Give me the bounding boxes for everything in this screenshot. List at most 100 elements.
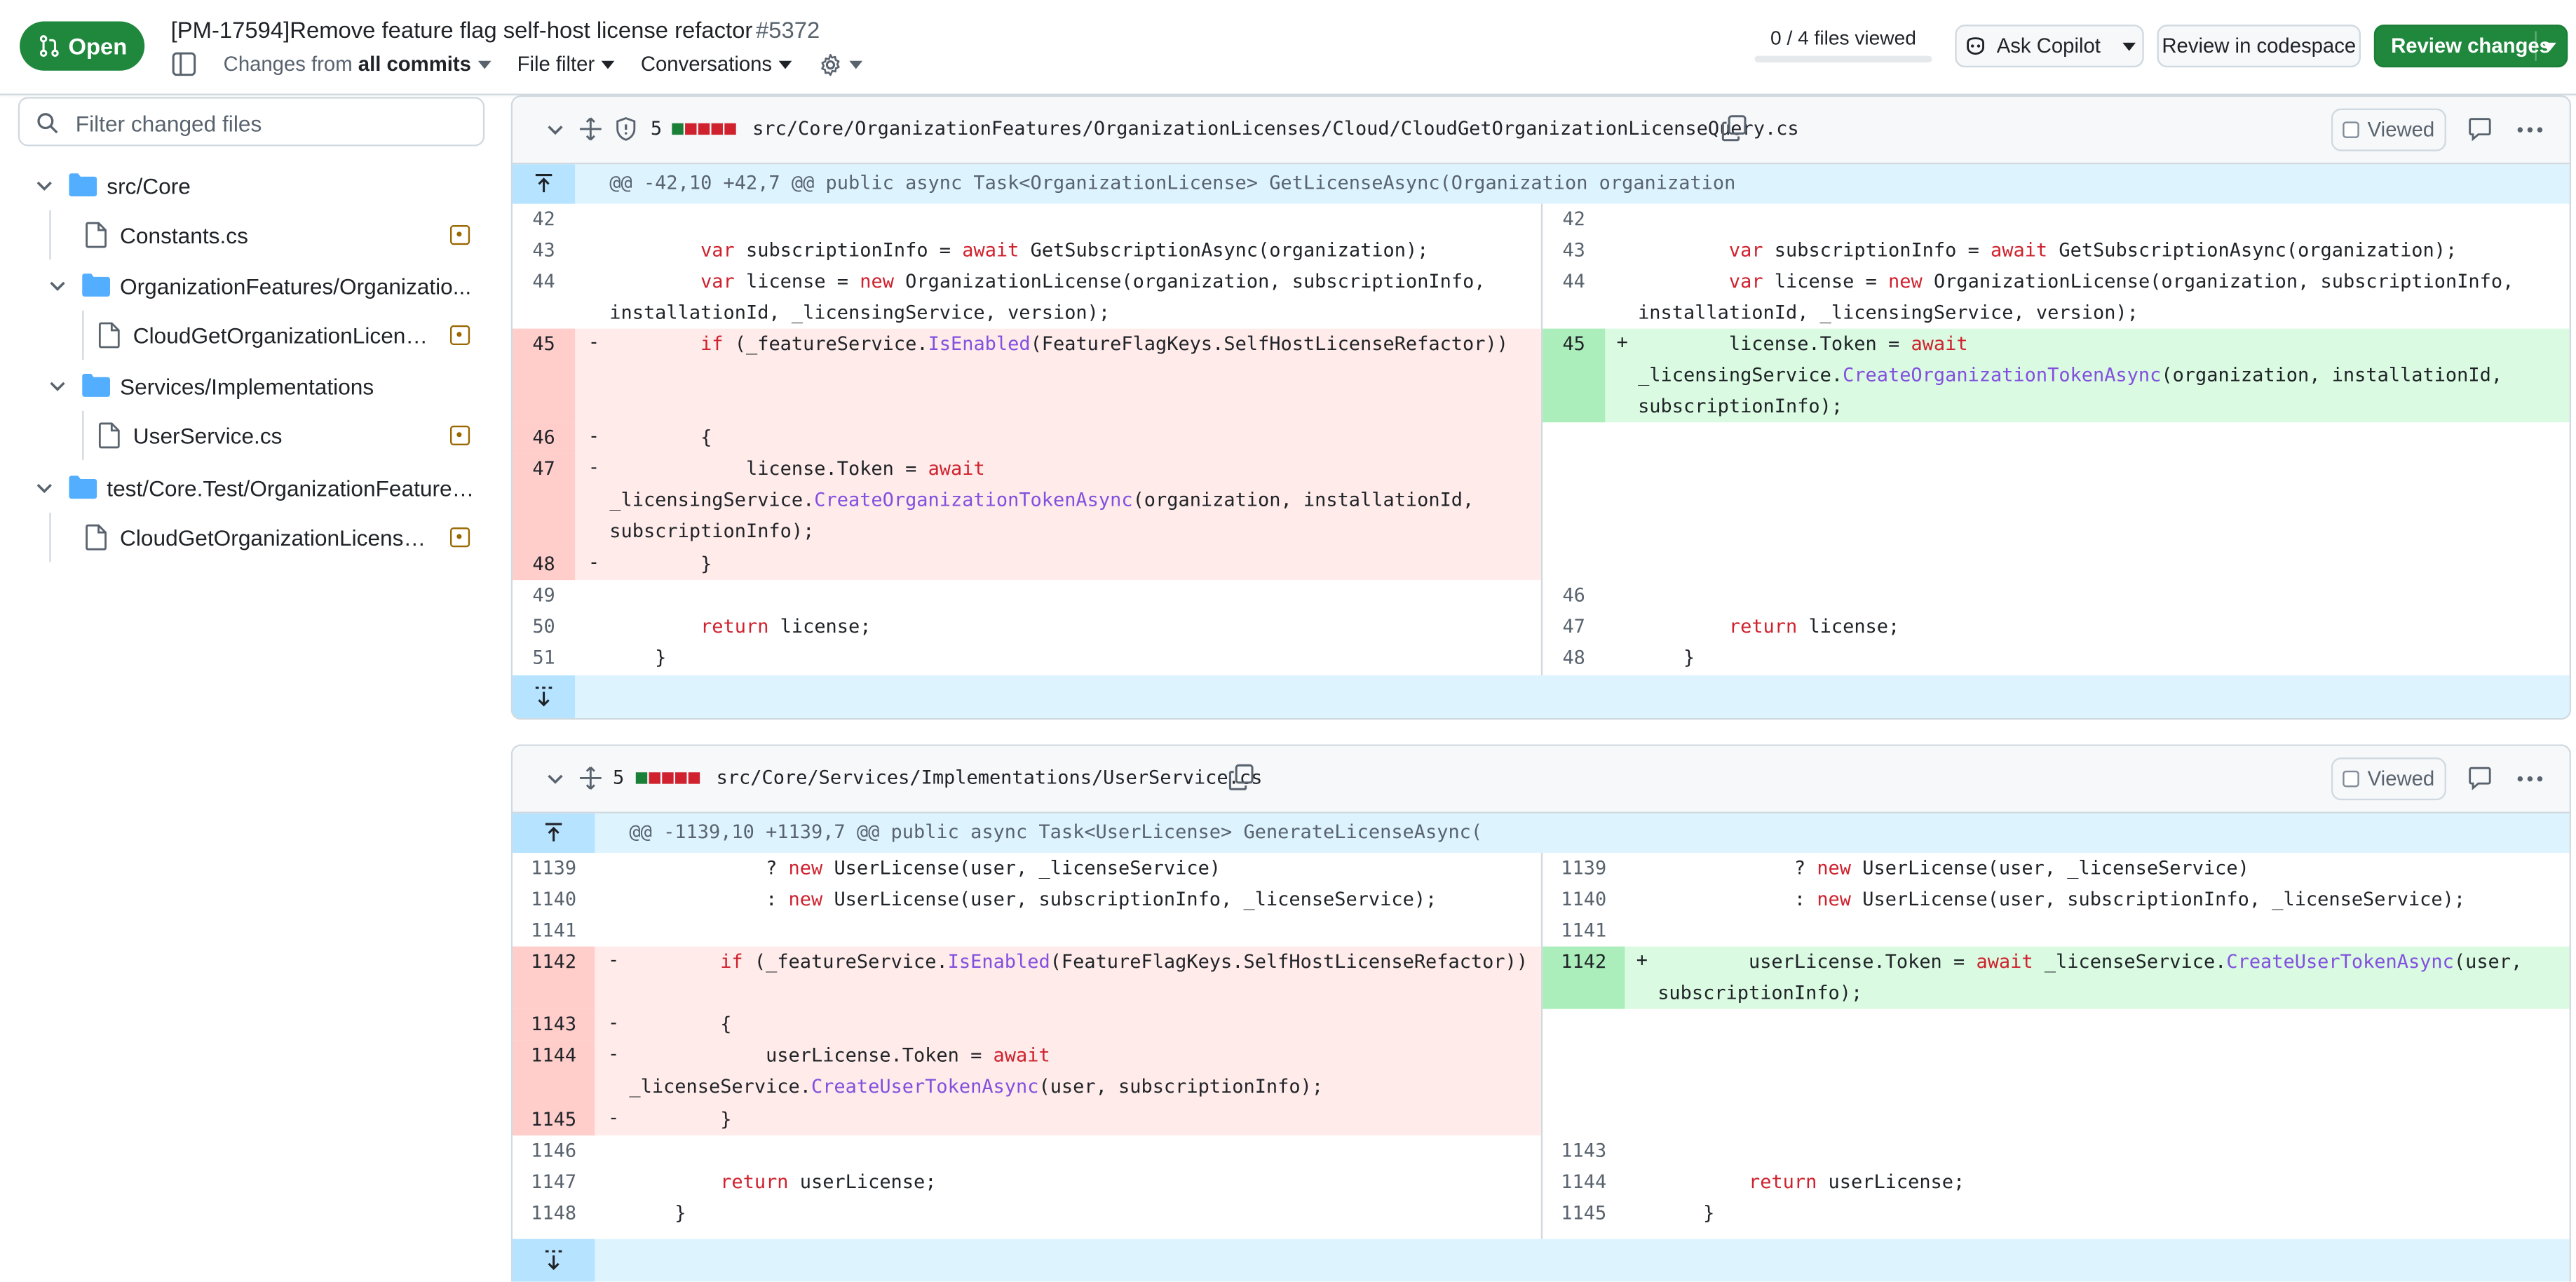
- file-path[interactable]: src/Core/Services/Implementations/UserSe…: [717, 766, 1263, 789]
- tree-folder-test-core[interactable]: test/Core.Test/OrganizationFeatures...: [0, 464, 493, 513]
- line-number[interactable]: 1139: [513, 853, 595, 884]
- line-number[interactable]: 48: [1543, 642, 1605, 674]
- tree-file-cloud-get-organization-license-test[interactable]: CloudGetOrganizationLicense...: [0, 513, 493, 562]
- line-number[interactable]: 44: [1543, 266, 1605, 329]
- line-number[interactable]: 46: [513, 422, 576, 454]
- line-number[interactable]: 42: [1543, 204, 1605, 236]
- chevron-down-icon[interactable]: [545, 120, 565, 140]
- expand-down-icon[interactable]: [544, 1249, 564, 1272]
- tree-folder-services-implementations[interactable]: Services/Implementations: [0, 361, 493, 410]
- line-number[interactable]: 1143: [1543, 1135, 1625, 1167]
- tree-folder-src-core[interactable]: src/Core: [0, 161, 493, 210]
- conversations-dropdown[interactable]: Conversations: [641, 53, 792, 76]
- chevron-down-icon[interactable]: [36, 177, 53, 194]
- settings-dropdown[interactable]: [818, 52, 862, 77]
- line-number[interactable]: 1140: [1543, 884, 1625, 916]
- file-filter-label: File filter: [517, 52, 595, 76]
- line-number[interactable]: 47: [1543, 612, 1605, 643]
- tree-label: Constants.cs: [120, 222, 248, 248]
- line-number[interactable]: 44: [513, 266, 575, 329]
- file-path[interactable]: src/Core/OrganizationFeatures/Organizati…: [752, 116, 1799, 140]
- line-number[interactable]: 1146: [513, 1135, 595, 1167]
- expand-up-icon[interactable]: [534, 173, 554, 194]
- chevron-down-icon[interactable]: [2543, 42, 2556, 51]
- comment-icon[interactable]: [2467, 766, 2492, 790]
- line-number[interactable]: 50: [513, 612, 575, 643]
- chevron-down-icon: [778, 61, 792, 69]
- line-number[interactable]: 1145: [513, 1104, 595, 1136]
- line-number[interactable]: 1140: [513, 884, 595, 916]
- line-number[interactable]: 1139: [1543, 853, 1625, 884]
- review-in-codespace-button[interactable]: Review in codespace: [2157, 25, 2361, 68]
- expand-up-gutter[interactable]: [513, 164, 576, 204]
- line-number[interactable]: 1142: [513, 946, 595, 1009]
- diff-row: 43 var subscriptionInfo = await GetSubsc…: [513, 235, 2570, 266]
- deletion-sign: -: [607, 1105, 620, 1129]
- line-number[interactable]: 47: [513, 453, 576, 549]
- move-icon[interactable]: [578, 766, 603, 790]
- checkbox-box[interactable]: [2343, 770, 2359, 788]
- line-number[interactable]: 49: [513, 580, 575, 612]
- diff-row: 49 46: [513, 580, 2570, 612]
- expand-up-icon[interactable]: [544, 822, 564, 843]
- tree-file-constants[interactable]: Constants.cs: [0, 210, 493, 259]
- comment-icon[interactable]: [2467, 116, 2492, 142]
- code-line: license.Token = await _licensingService.…: [1638, 332, 2503, 418]
- viewed-label: Viewed: [2367, 767, 2435, 791]
- diffstat-add: [672, 123, 684, 135]
- diff-row: 1147 return userLicense; 1144 return use…: [513, 1167, 2570, 1199]
- chevron-down-icon[interactable]: [49, 278, 65, 294]
- line-number[interactable]: 1143: [513, 1008, 595, 1041]
- changes-from-dropdown[interactable]: Changes from all commits: [224, 53, 492, 76]
- line-number[interactable]: 46: [1543, 580, 1605, 612]
- file-filter-dropdown[interactable]: File filter: [517, 53, 615, 76]
- diff-row: 1139 ? new UserLicense(user, _licenseSer…: [513, 853, 2570, 884]
- line-number[interactable]: 42: [513, 204, 575, 236]
- chevron-down-icon[interactable]: [36, 480, 53, 496]
- filter-changed-files-field[interactable]: [18, 97, 485, 147]
- tree-file-cloud-get-organization-license[interactable]: CloudGetOrganizationLicens...: [0, 311, 493, 360]
- line-number[interactable]: 43: [1543, 235, 1605, 266]
- shield-icon: [616, 117, 636, 141]
- expand-down-gutter[interactable]: [513, 1239, 595, 1282]
- line-number[interactable]: 1142: [1543, 946, 1625, 1009]
- expand-up-gutter[interactable]: [513, 813, 595, 853]
- pr-toolbar: Changes from all commits File filter Con…: [171, 48, 862, 81]
- line-number[interactable]: 45: [1543, 328, 1606, 423]
- line-number[interactable]: 1145: [1543, 1198, 1625, 1229]
- diffstat-add: [635, 772, 648, 784]
- folder-icon: [82, 274, 110, 297]
- line-number[interactable]: 51: [513, 642, 575, 674]
- chevron-down-icon[interactable]: [545, 769, 565, 789]
- copy-icon[interactable]: [1721, 115, 1747, 142]
- kebab-icon[interactable]: [2517, 776, 2543, 782]
- expand-down-gutter[interactable]: [513, 675, 576, 718]
- tree-folder-organization-features[interactable]: OrganizationFeatures/Organizatio...: [0, 262, 493, 311]
- copy-icon[interactable]: [1228, 764, 1254, 790]
- move-icon[interactable]: [578, 116, 603, 141]
- checkbox-box[interactable]: [2343, 121, 2359, 138]
- line-number[interactable]: 45: [513, 328, 576, 423]
- review-changes-button[interactable]: Review changes: [2373, 25, 2568, 68]
- line-number[interactable]: 48: [513, 548, 576, 581]
- line-number[interactable]: 1148: [513, 1198, 595, 1229]
- pr-title[interactable]: [PM-17594]Remove feature flag self-host …: [171, 16, 753, 42]
- tree-file-user-service[interactable]: UserService.cs: [0, 411, 493, 460]
- viewed-checkbox[interactable]: Viewed: [2331, 757, 2446, 801]
- line-number[interactable]: 43: [513, 235, 575, 266]
- ask-copilot-button[interactable]: Ask Copilot: [1955, 25, 2144, 68]
- filter-changed-files-input[interactable]: [72, 107, 473, 140]
- code-line: if (_featureService.IsEnabled(FeatureFla…: [720, 950, 1528, 973]
- diff-row-deleted: 1142 - if (_featureService.IsEnabled(Fea…: [513, 946, 2570, 1009]
- viewed-checkbox[interactable]: Viewed: [2331, 108, 2446, 151]
- line-number[interactable]: 1144: [1543, 1167, 1625, 1199]
- line-number[interactable]: 1147: [513, 1167, 595, 1199]
- line-number[interactable]: 1144: [513, 1040, 595, 1105]
- kebab-icon[interactable]: [2517, 126, 2543, 133]
- line-number[interactable]: 1141: [513, 915, 595, 947]
- chevron-down-icon[interactable]: [49, 378, 65, 394]
- code-line: {: [629, 1012, 732, 1036]
- sidebar-toggle-icon[interactable]: [171, 51, 197, 77]
- line-number[interactable]: 1141: [1543, 915, 1625, 947]
- expand-down-icon[interactable]: [534, 685, 554, 708]
